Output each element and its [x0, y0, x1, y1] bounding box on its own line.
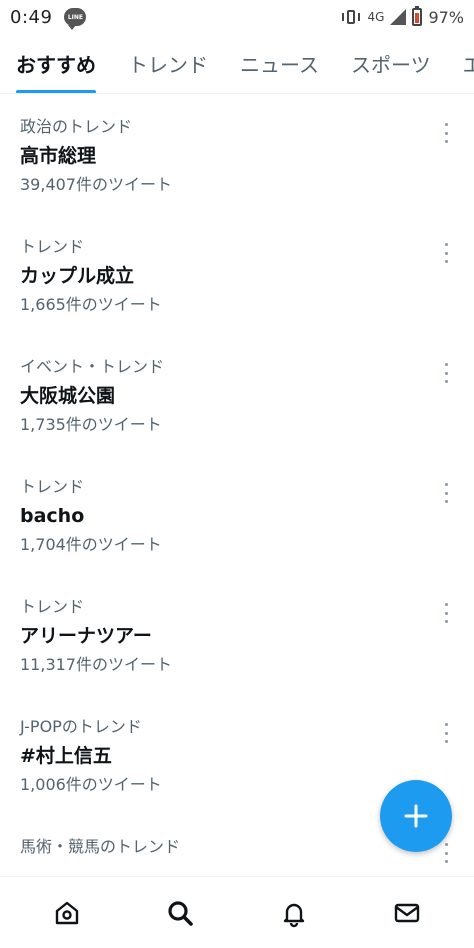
trend-tweet-count: 11,317件のツイート [20, 655, 172, 674]
more-options-icon[interactable] [438, 123, 454, 143]
tab-label: エ [463, 49, 474, 78]
trend-item[interactable]: トレンド bacho 1,704件のツイート [0, 455, 474, 575]
trend-item[interactable]: トレンド カップル成立 1,665件のツイート [0, 215, 474, 335]
trend-tweet-count: 1,665件のツイート [20, 295, 162, 314]
compose-tweet-button[interactable] [380, 780, 452, 852]
network-type: 4G [367, 10, 385, 24]
trend-tweet-count: 1,704件のツイート [20, 535, 162, 554]
nav-home-button[interactable] [37, 883, 97, 943]
more-options-icon[interactable] [438, 243, 454, 263]
more-options-icon[interactable] [438, 723, 454, 743]
vibrate-icon [340, 8, 362, 26]
tab-trending[interactable]: トレンド [112, 34, 224, 93]
status-indicators: 4G 97% [340, 6, 464, 27]
trend-tweet-count: 39,407件のツイート [20, 175, 172, 194]
explore-tabs: おすすめ トレンド ニュース スポーツ エ [0, 34, 474, 94]
status-time: 0:49 [10, 6, 53, 28]
trend-context: 政治のトレンド [20, 117, 133, 136]
tab-label: おすすめ [16, 53, 96, 77]
trend-name: アリーナツアー [20, 625, 152, 647]
trend-name: 大阪城公園 [20, 385, 116, 407]
more-options-icon[interactable] [438, 483, 454, 503]
trend-name: 高市総理 [20, 145, 97, 167]
tab-entertainment[interactable]: エ [447, 34, 474, 93]
tab-recommended[interactable]: おすすめ [0, 34, 112, 93]
trend-item[interactable]: トレンド アリーナツアー 11,317件のツイート [0, 575, 474, 695]
nav-messages-button[interactable] [377, 883, 437, 943]
trend-tweet-count: 1,735件のツイート [20, 415, 162, 434]
signal-icon [390, 9, 407, 25]
trend-context: トレンド [20, 597, 85, 616]
line-badge-text: LINE [67, 13, 84, 21]
more-options-icon[interactable] [438, 363, 454, 383]
active-tab-indicator [16, 89, 96, 93]
notifications-bell-icon [283, 903, 304, 927]
plus-icon [404, 804, 428, 828]
trend-context: トレンド [20, 237, 85, 256]
battery-percent: 97% [428, 7, 464, 27]
trend-name: bacho [20, 505, 85, 527]
messages-envelope-icon [395, 903, 420, 922]
line-app-icon: LINE [64, 8, 87, 30]
tab-sports[interactable]: スポーツ [335, 34, 447, 93]
trend-item[interactable]: イベント・トレンド 大阪城公園 1,735件のツイート [0, 335, 474, 455]
nav-search-button[interactable] [150, 883, 210, 943]
more-options-icon[interactable] [438, 603, 454, 623]
bottom-navigation [0, 876, 474, 948]
nav-notifications-button[interactable] [264, 883, 324, 943]
trend-context: トレンド [20, 477, 85, 496]
battery-icon [412, 6, 423, 26]
tab-news[interactable]: ニュース [224, 34, 335, 93]
status-bar: 0:49 LINE 4G 97% [0, 0, 474, 34]
search-icon [168, 900, 194, 926]
trend-name: カップル成立 [20, 265, 135, 287]
tab-label: ニュース [240, 53, 319, 77]
more-options-icon[interactable] [438, 843, 454, 863]
home-icon [55, 901, 78, 924]
trend-name: #村上信五 [20, 745, 112, 767]
trend-item[interactable]: 政治のトレンド 高市総理 39,407件のツイート [0, 95, 474, 215]
tab-label: トレンド [128, 53, 208, 77]
trend-context: イベント・トレンド [20, 357, 165, 376]
trend-context: J-POPのトレンド [20, 717, 142, 736]
tab-label: スポーツ [351, 53, 431, 77]
